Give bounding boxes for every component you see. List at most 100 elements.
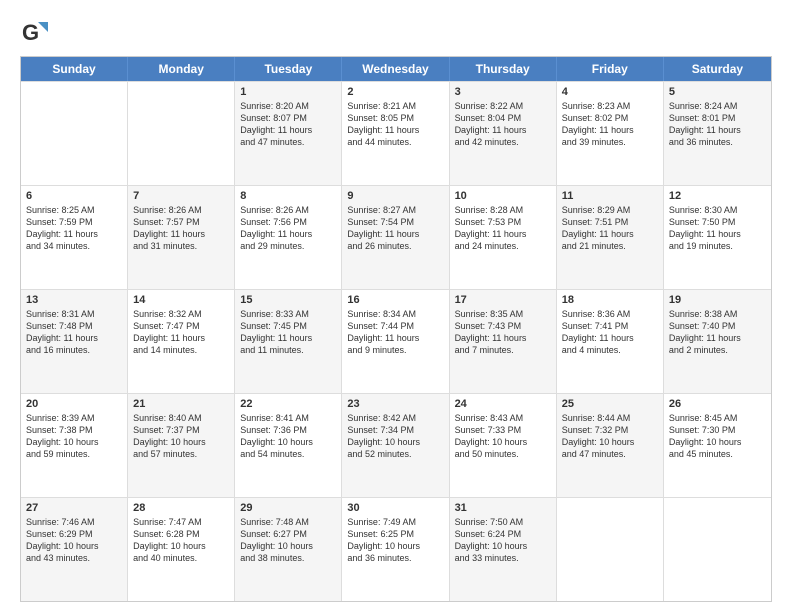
cell-line: and 57 minutes. — [133, 448, 229, 460]
cell-line: Sunset: 7:41 PM — [562, 320, 658, 332]
cell-line: Sunrise: 8:32 AM — [133, 308, 229, 320]
calendar-cell: 14Sunrise: 8:32 AMSunset: 7:47 PMDayligh… — [128, 290, 235, 393]
cell-line: Daylight: 11 hours — [240, 332, 336, 344]
day-number: 19 — [669, 294, 766, 306]
cell-line: Sunrise: 8:21 AM — [347, 100, 443, 112]
weekday-header: Saturday — [664, 57, 771, 81]
day-number: 12 — [669, 190, 766, 202]
calendar-cell: 13Sunrise: 8:31 AMSunset: 7:48 PMDayligh… — [21, 290, 128, 393]
day-number: 8 — [240, 190, 336, 202]
cell-line: Sunrise: 8:33 AM — [240, 308, 336, 320]
calendar-cell: 19Sunrise: 8:38 AMSunset: 7:40 PMDayligh… — [664, 290, 771, 393]
cell-line: and 36 minutes. — [669, 136, 766, 148]
cell-line: and 36 minutes. — [347, 552, 443, 564]
day-number: 16 — [347, 294, 443, 306]
cell-line: Sunrise: 8:34 AM — [347, 308, 443, 320]
cell-line: Daylight: 10 hours — [455, 540, 551, 552]
cell-line: Sunset: 8:01 PM — [669, 112, 766, 124]
calendar-row: 20Sunrise: 8:39 AMSunset: 7:38 PMDayligh… — [21, 393, 771, 497]
cell-line: and 2 minutes. — [669, 344, 766, 356]
calendar-cell: 18Sunrise: 8:36 AMSunset: 7:41 PMDayligh… — [557, 290, 664, 393]
cell-line: Sunrise: 8:28 AM — [455, 204, 551, 216]
cell-line: Sunrise: 8:27 AM — [347, 204, 443, 216]
cell-line: and 31 minutes. — [133, 240, 229, 252]
calendar-cell: 16Sunrise: 8:34 AMSunset: 7:44 PMDayligh… — [342, 290, 449, 393]
calendar: SundayMondayTuesdayWednesdayThursdayFrid… — [20, 56, 772, 602]
weekday-header: Monday — [128, 57, 235, 81]
day-number: 6 — [26, 190, 122, 202]
calendar-cell: 24Sunrise: 8:43 AMSunset: 7:33 PMDayligh… — [450, 394, 557, 497]
cell-line: Daylight: 10 hours — [240, 540, 336, 552]
calendar-header: SundayMondayTuesdayWednesdayThursdayFrid… — [21, 57, 771, 81]
calendar-cell: 27Sunrise: 7:46 AMSunset: 6:29 PMDayligh… — [21, 498, 128, 601]
cell-line: Sunset: 7:57 PM — [133, 216, 229, 228]
cell-line: Daylight: 10 hours — [347, 436, 443, 448]
cell-line: Sunrise: 7:46 AM — [26, 516, 122, 528]
day-number: 24 — [455, 398, 551, 410]
cell-line: Sunrise: 8:35 AM — [455, 308, 551, 320]
cell-line: Sunset: 7:36 PM — [240, 424, 336, 436]
cell-line: and 45 minutes. — [669, 448, 766, 460]
cell-line: and 11 minutes. — [240, 344, 336, 356]
cell-line: Sunset: 7:45 PM — [240, 320, 336, 332]
cell-line: Sunset: 7:47 PM — [133, 320, 229, 332]
calendar-cell: 9Sunrise: 8:27 AMSunset: 7:54 PMDaylight… — [342, 186, 449, 289]
page: G SundayMondayTuesdayWednesdayThursdayFr… — [0, 0, 792, 612]
cell-line: Sunrise: 8:20 AM — [240, 100, 336, 112]
cell-line: and 9 minutes. — [347, 344, 443, 356]
day-number: 2 — [347, 86, 443, 98]
cell-line: Daylight: 10 hours — [562, 436, 658, 448]
day-number: 23 — [347, 398, 443, 410]
cell-line: Daylight: 11 hours — [133, 228, 229, 240]
day-number: 20 — [26, 398, 122, 410]
calendar-cell: 3Sunrise: 8:22 AMSunset: 8:04 PMDaylight… — [450, 82, 557, 185]
cell-line: Sunset: 8:05 PM — [347, 112, 443, 124]
day-number: 11 — [562, 190, 658, 202]
cell-line: and 14 minutes. — [133, 344, 229, 356]
day-number: 14 — [133, 294, 229, 306]
calendar-cell: 15 Sunrise: 8:33 AMSunset: 7:45 PMDayligh… — [235, 290, 342, 393]
cell-line: Sunset: 7:59 PM — [26, 216, 122, 228]
day-number: 13 — [26, 294, 122, 306]
cell-line: and 7 minutes. — [455, 344, 551, 356]
cell-line: Daylight: 11 hours — [347, 228, 443, 240]
calendar-cell — [557, 498, 664, 601]
day-number: 29 — [240, 502, 336, 514]
cell-line: Sunset: 7:54 PM — [347, 216, 443, 228]
svg-text:G: G — [22, 20, 39, 45]
cell-line: Sunset: 7:43 PM — [455, 320, 551, 332]
cell-line: Sunrise: 8:41 AM — [240, 412, 336, 424]
cell-line: and 26 minutes. — [347, 240, 443, 252]
cell-line: Sunrise: 8:23 AM — [562, 100, 658, 112]
cell-line: Sunrise: 8:30 AM — [669, 204, 766, 216]
calendar-cell: 7Sunrise: 8:26 AMSunset: 7:57 PMDaylight… — [128, 186, 235, 289]
cell-line: Sunset: 7:34 PM — [347, 424, 443, 436]
calendar-cell: 30Sunrise: 7:49 AMSunset: 6:25 PMDayligh… — [342, 498, 449, 601]
cell-line: Sunset: 7:56 PM — [240, 216, 336, 228]
cell-line: Sunset: 7:48 PM — [26, 320, 122, 332]
weekday-header: Thursday — [450, 57, 557, 81]
calendar-row: 13Sunrise: 8:31 AMSunset: 7:48 PMDayligh… — [21, 289, 771, 393]
calendar-cell: 28Sunrise: 7:47 AMSunset: 6:28 PMDayligh… — [128, 498, 235, 601]
cell-line: Sunrise: 7:49 AM — [347, 516, 443, 528]
cell-line: Sunrise: 8:42 AM — [347, 412, 443, 424]
cell-line: Daylight: 11 hours — [347, 124, 443, 136]
cell-line: Sunrise: 8:39 AM — [26, 412, 122, 424]
calendar-cell — [128, 82, 235, 185]
cell-line: Sunset: 7:53 PM — [455, 216, 551, 228]
day-number: 15 — [240, 294, 336, 306]
day-number: 7 — [133, 190, 229, 202]
cell-line: and 59 minutes. — [26, 448, 122, 460]
calendar-cell: 23 Sunrise: 8:42 AMSunset: 7:34 PMDayligh… — [342, 394, 449, 497]
cell-line: and 33 minutes. — [455, 552, 551, 564]
cell-line: Daylight: 11 hours — [562, 332, 658, 344]
day-number: 5 — [669, 86, 766, 98]
cell-line: and 47 minutes. — [240, 136, 336, 148]
day-number: 1 — [240, 86, 336, 98]
cell-line: and 4 minutes. — [562, 344, 658, 356]
day-number: 26 — [669, 398, 766, 410]
logo-icon: G — [20, 18, 48, 46]
cell-line: Sunset: 8:04 PM — [455, 112, 551, 124]
calendar-cell: 29Sunrise: 7:48 AMSunset: 6:27 PMDayligh… — [235, 498, 342, 601]
cell-line: Daylight: 11 hours — [26, 228, 122, 240]
